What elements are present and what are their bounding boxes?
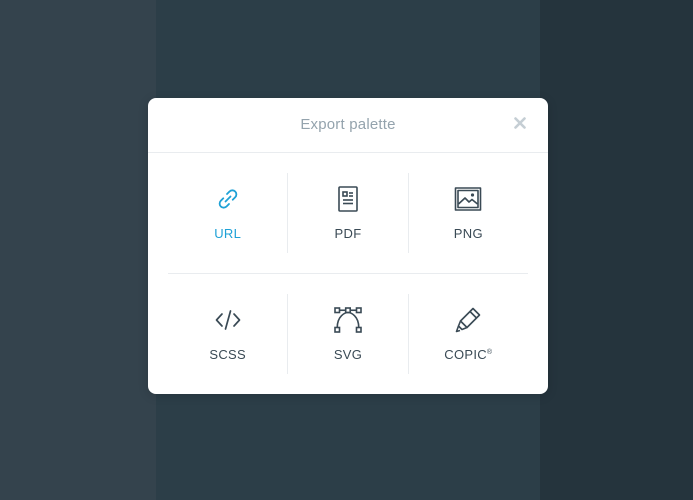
export-png-option[interactable]: PNG [407,173,528,253]
modal-header: Export palette [148,98,548,153]
bezier-curve-icon [334,307,362,333]
export-scss-label: SCSS [209,347,246,362]
palette-color-swatch-3 [540,0,693,500]
export-svg-label: SVG [333,347,363,362]
export-url-option[interactable]: URL [168,173,287,253]
close-button[interactable] [512,115,528,131]
document-icon [338,186,358,212]
code-icon [215,310,241,330]
row-divider [168,273,528,274]
export-pdf-label: PDF [334,226,362,241]
export-url-label: URL [214,226,242,241]
palette-color-swatch-1 [0,0,156,500]
modal-title: Export palette [300,116,396,133]
export-options-row-2: SCSS SVG COPIC® [168,294,528,374]
link-icon [218,189,237,209]
export-copic-label: COPIC® [444,347,493,362]
export-scss-option[interactable]: SCSS [168,294,287,374]
marker-icon [456,307,481,333]
image-icon [455,187,482,211]
export-options-row-1: URL PDF PNG [168,173,528,253]
export-svg-option[interactable]: SVG [287,294,407,374]
export-png-label: PNG [453,226,483,241]
registered-mark: ® [486,349,493,356]
close-icon [514,117,526,129]
export-palette-modal: Export palette URL PDF PNG SCSS SVG COPI… [148,98,548,394]
export-pdf-option[interactable]: PDF [287,173,407,253]
export-copic-option[interactable]: COPIC® [407,294,528,374]
